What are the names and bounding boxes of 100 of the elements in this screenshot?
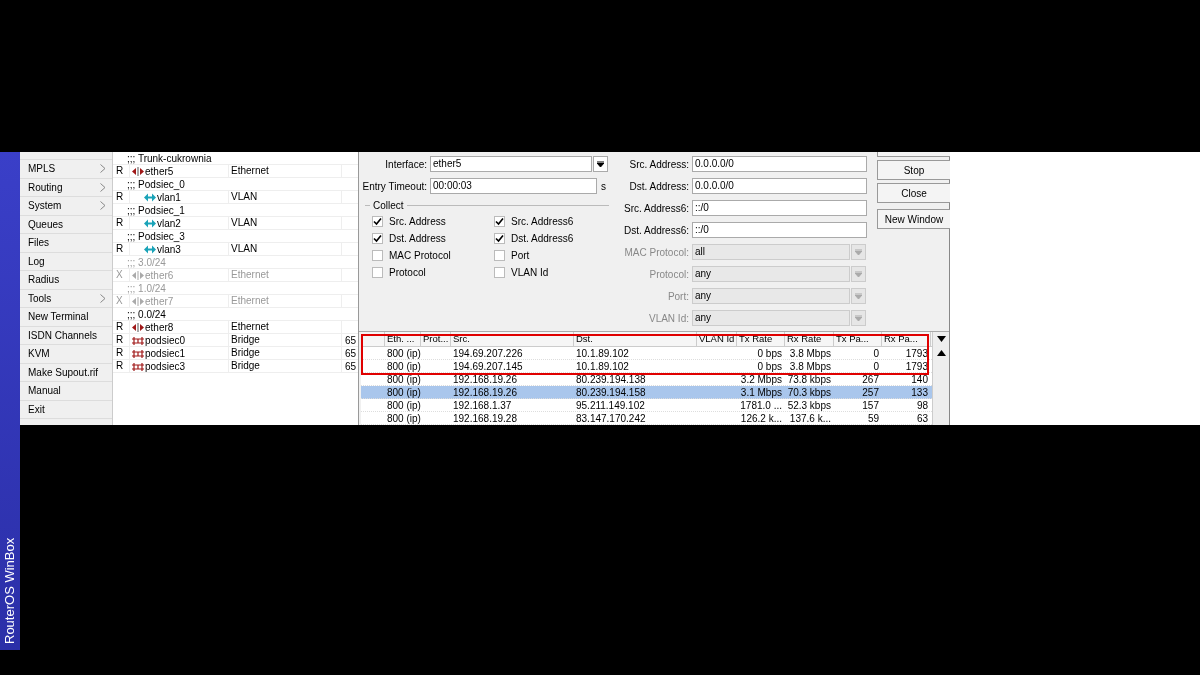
table-cell: 157: [862, 400, 879, 411]
table-row[interactable]: 800 (ip) 192.168.19.28 83.147.170.242 126.2 k... 137.6 k... 59 63: [361, 412, 932, 425]
dropdown-button[interactable]: [593, 156, 608, 172]
menu-item[interactable]: ISDN Channels: [20, 326, 112, 345]
menu-item[interactable]: Manual: [20, 382, 112, 401]
column-header[interactable]: Src.: [451, 332, 574, 346]
ethernet-arrows-icon: [132, 322, 144, 332]
table-row[interactable]: 800 (ip) 194.69.207.226 10.1.89.102 0 bps 3.8 Mbps 0 1793: [361, 347, 932, 360]
menu-item[interactable]: Routing: [20, 178, 112, 197]
table-cell: 0 bps: [757, 361, 782, 372]
input-field[interactable]: ::/0: [692, 222, 867, 238]
column-header[interactable]: Tx Pa...: [834, 332, 882, 346]
checkbox[interactable]: [494, 216, 505, 227]
menu-item[interactable]: Log: [20, 252, 112, 271]
checkbox-label: Src. Address: [389, 216, 446, 227]
table-cell: 59: [867, 413, 879, 424]
checkbox[interactable]: [372, 216, 383, 227]
input-field[interactable]: ::/0: [692, 200, 867, 216]
table-cell: 80.239.194.138: [576, 374, 646, 385]
table-cell: 800 (ip): [387, 413, 421, 424]
entry-timeout-field[interactable]: 00:00:03: [430, 178, 597, 194]
flag-cell: X: [113, 295, 130, 307]
checkbox[interactable]: [372, 250, 383, 261]
field-label: Dst. Address6:: [622, 224, 690, 236]
menu-item[interactable]: Exit: [20, 400, 112, 419]
column-header[interactable]: Rx Pa...: [882, 332, 931, 346]
comment-text: ;;; 1.0/24: [126, 282, 166, 294]
table-cell: 1781.0 ...: [740, 400, 782, 411]
type-cell: Ethernet: [229, 269, 342, 281]
field-label: MAC Protocol:: [623, 246, 690, 258]
flag-cell: R: [113, 191, 130, 203]
input-field[interactable]: 0.0.0.0/0: [692, 178, 867, 194]
checkbox[interactable]: [494, 267, 505, 278]
checkbox-label: Protocol: [389, 267, 426, 278]
checkbox[interactable]: [372, 233, 383, 244]
table-cell: 257: [862, 387, 879, 398]
type-cell: VLAN: [229, 191, 342, 203]
checkbox[interactable]: [494, 233, 505, 244]
field-label: Interface:: [384, 158, 428, 170]
table-cell: 98: [916, 400, 928, 411]
table-cell: 194.69.207.226: [453, 348, 523, 359]
column-header[interactable]: Rx Rate: [785, 332, 834, 346]
vlan-arrows-icon: [144, 244, 156, 254]
column-header[interactable]: Prot...: [421, 332, 451, 346]
comment-text: ;;; Trunk-cukrownia: [126, 152, 212, 164]
scrollbar[interactable]: [932, 332, 949, 425]
bridge-icon: [132, 361, 144, 371]
flag-cell: R: [113, 334, 130, 346]
table-cell: 10.1.89.102: [576, 361, 629, 372]
comment-text: ;;; Podsiec_0: [126, 178, 185, 190]
table-cell: 65: [345, 360, 357, 372]
ethernet-arrows-icon: [132, 166, 144, 176]
table-cell: 800 (ip): [387, 348, 421, 359]
dialog-button[interactable]: Stop: [877, 160, 951, 180]
flag-cell: R: [113, 243, 130, 255]
table-cell: 267: [862, 374, 879, 385]
table-cell: 192.168.1.37: [453, 400, 512, 411]
dialog-button[interactable]: Close: [877, 183, 951, 203]
table-cell: 800 (ip): [387, 361, 421, 372]
table-cell: 80.239.194.158: [576, 387, 646, 398]
type-cell: Ethernet: [229, 165, 342, 177]
interface-name: ether7: [145, 295, 174, 307]
table-cell: 3.8 Mbps: [789, 361, 831, 372]
vlan-arrows-icon: [144, 218, 156, 228]
table-cell: 70.3 kbps: [787, 387, 831, 398]
column-header[interactable]: VLAN Id: [697, 332, 737, 346]
table-row[interactable]: 800 (ip) 192.168.19.26 80.239.194.158 3.1 Mbps 70.3 kbps 257 133: [361, 386, 932, 399]
scroll-down-icon: [936, 336, 946, 342]
menu-item[interactable]: MPLS: [20, 160, 112, 179]
table-cell: 65: [345, 347, 357, 359]
field-label: VLAN Id:: [647, 312, 690, 324]
field-label: Entry Timeout:: [361, 180, 428, 192]
column-header[interactable]: Tx Rate: [737, 332, 785, 346]
menu-item[interactable]: New Terminal: [20, 308, 112, 327]
menu-item[interactable]: Tools: [20, 289, 112, 308]
menu-item[interactable]: Make Supout.rif: [20, 363, 112, 382]
type-cell: VLAN: [229, 243, 342, 255]
interface-field[interactable]: ether5: [430, 156, 592, 172]
interface-name: vlan3: [157, 243, 181, 255]
menu-item[interactable]: Queues: [20, 215, 112, 234]
flag-cell: R: [113, 165, 130, 177]
type-cell: Bridge: [229, 347, 342, 359]
interface-name: ether8: [145, 321, 174, 333]
table-row[interactable]: 800 (ip) 194.69.207.145 10.1.89.102 0 bps 3.8 Mbps 0 1793: [361, 360, 932, 373]
dialog-button[interactable]: New Window: [877, 209, 951, 229]
type-cell: VLAN: [229, 217, 342, 229]
scroll-up-icon: [936, 350, 946, 356]
column-header[interactable]: Eth. ...: [385, 332, 421, 346]
input-field[interactable]: 0.0.0.0/0: [692, 156, 867, 172]
menu-item[interactable]: Files: [20, 234, 112, 253]
menu-item[interactable]: Radius: [20, 271, 112, 290]
column-header[interactable]: Dst.: [574, 332, 697, 346]
checkbox[interactable]: [372, 267, 383, 278]
table-row[interactable]: 800 (ip) 192.168.1.37 95.211.149.102 1781.0 ... 52.3 kbps 157 98: [361, 399, 932, 412]
menu-item[interactable]: System: [20, 197, 112, 216]
table-cell: 192.168.19.26: [453, 374, 517, 385]
flag-cell: R: [113, 217, 130, 229]
checkbox[interactable]: [494, 250, 505, 261]
menu-item[interactable]: KVM: [20, 345, 112, 364]
table-cell: 73.8 kbps: [787, 374, 831, 385]
